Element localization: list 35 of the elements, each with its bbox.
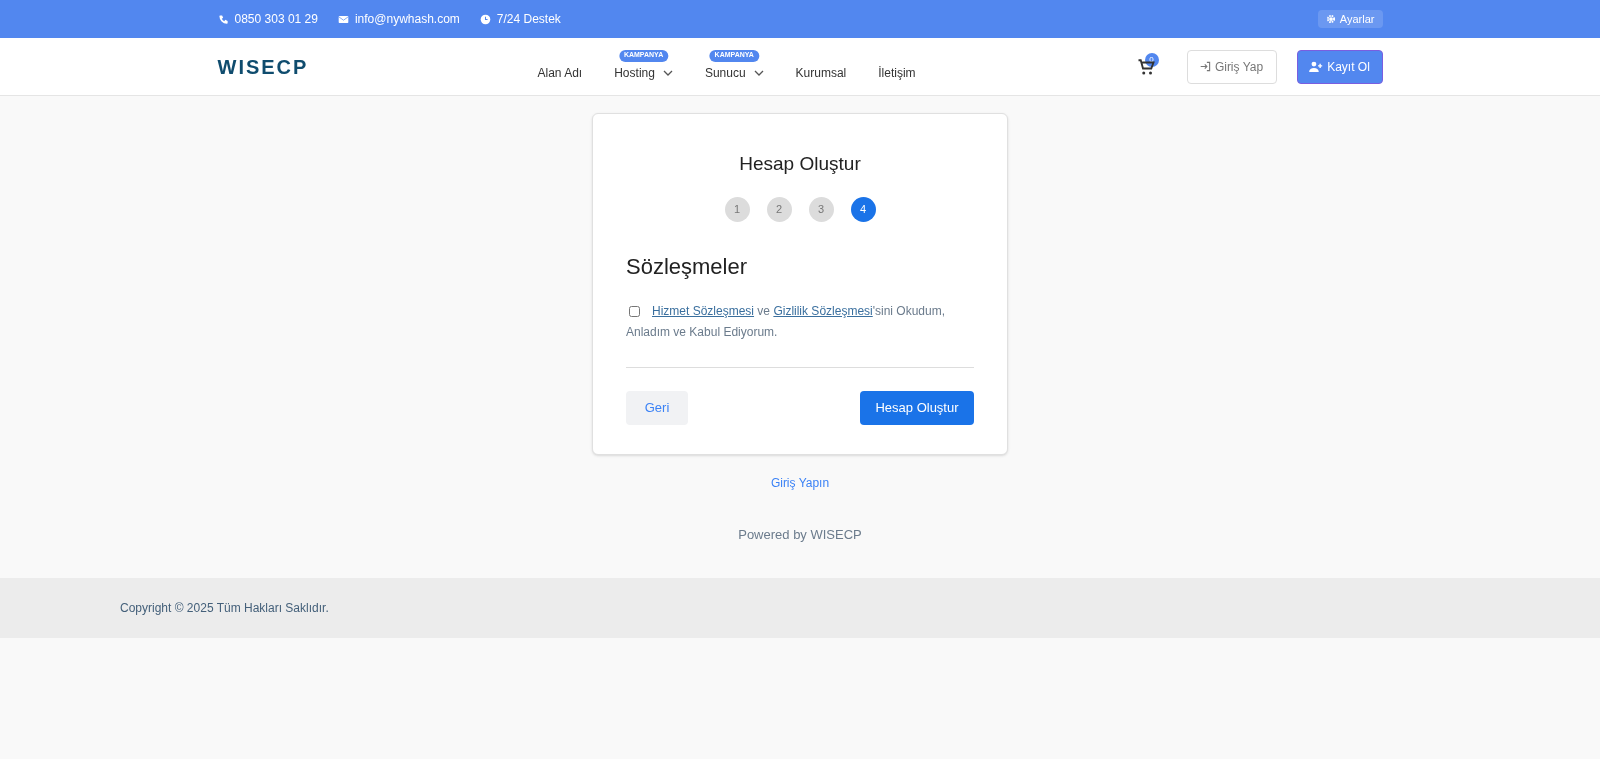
card-title: Hesap Oluştur bbox=[738, 152, 862, 176]
nav-link[interactable]: Sunucu bbox=[704, 63, 746, 82]
sign-in-icon bbox=[1199, 61, 1211, 72]
mail-icon bbox=[337, 13, 349, 25]
login-button[interactable]: Giriş Yap bbox=[1186, 49, 1277, 84]
agreement-checkbox[interactable] bbox=[629, 305, 640, 317]
login-link[interactable]: Giriş Yapın bbox=[770, 474, 830, 492]
step-indicator[interactable]: 1 bbox=[724, 196, 750, 222]
add-user-icon bbox=[1309, 61, 1324, 72]
step-indicator[interactable]: 2 bbox=[766, 196, 792, 222]
cart-icon[interactable] bbox=[1136, 57, 1155, 76]
powered-by-text: Powered by WISECP bbox=[738, 526, 862, 544]
submit-button[interactable]: Hesap Oluştur bbox=[860, 390, 974, 425]
agreement-link[interactable]: Hizmet Sözleşmesi bbox=[652, 303, 755, 318]
agreement-link[interactable]: Gizlilik Sözleşmesi bbox=[773, 303, 873, 318]
logo[interactable]: WISECP bbox=[217, 51, 538, 82]
settings-icon bbox=[1325, 14, 1336, 24]
section-heading: Sözleşmeler bbox=[626, 252, 749, 281]
phone-icon bbox=[217, 13, 229, 25]
contact-text: 7/24 Destek bbox=[496, 11, 561, 28]
back-button[interactable]: Geri bbox=[626, 390, 688, 425]
step-indicator[interactable]: 3 bbox=[808, 196, 834, 222]
contact-text: info@nywhash.com bbox=[354, 11, 460, 28]
clock-icon bbox=[479, 13, 491, 25]
nav-link[interactable]: Kurumsal bbox=[795, 63, 847, 82]
nav-link[interactable]: Alan Adı bbox=[537, 63, 583, 82]
register-button[interactable]: Kayıt Ol bbox=[1296, 49, 1383, 84]
nav-link[interactable]: İletişim bbox=[878, 63, 916, 82]
nav-link[interactable]: Hosting bbox=[614, 63, 655, 82]
agreement-text: Anladım ve Kabul Ediyorum. bbox=[626, 323, 779, 341]
agreement-text: Hizmet Sözleşmesi ve Gizlilik Sözleşmesi'sini Okudum, bbox=[652, 302, 946, 320]
copyright-text: Copyright © 2025 Tüm Hakları Saklıdır. bbox=[120, 599, 329, 617]
settings-button[interactable]: Ayarlar bbox=[1317, 10, 1383, 28]
step-indicator[interactable]: 4 bbox=[850, 196, 876, 222]
contact-text: 0850 303 01 29 bbox=[234, 11, 318, 28]
